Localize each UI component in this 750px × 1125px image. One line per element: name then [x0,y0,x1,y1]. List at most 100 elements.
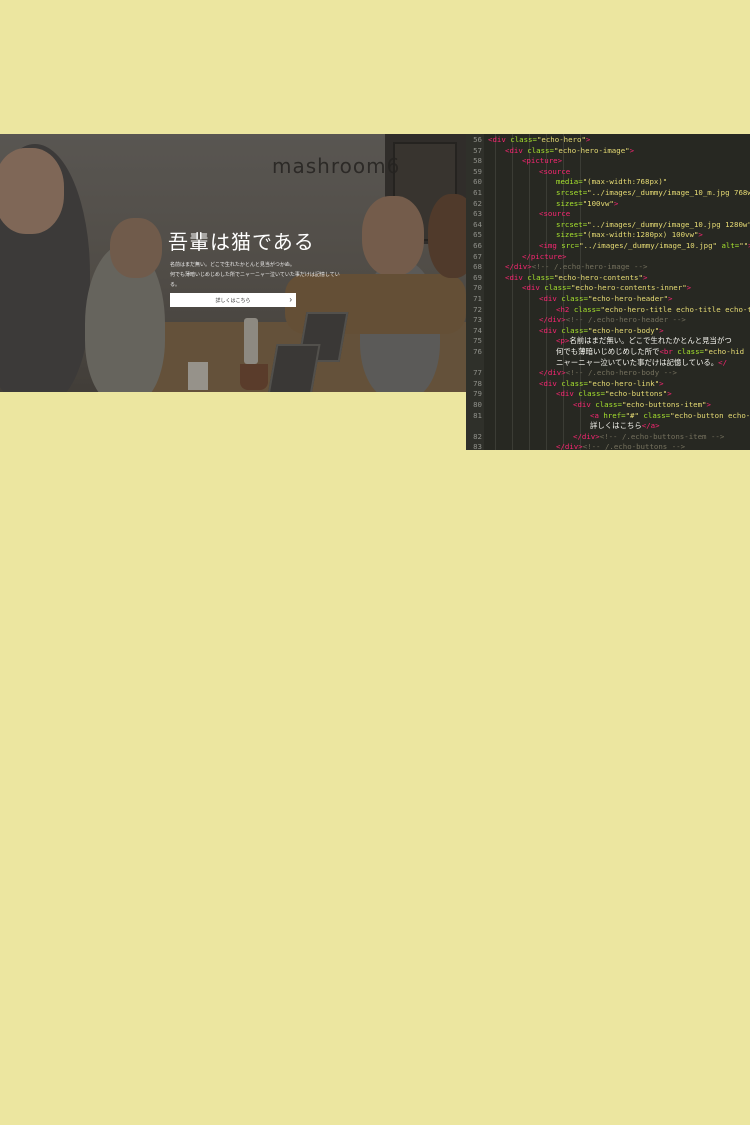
code-token-attr: class= [510,135,537,144]
code-text: <div class="echo-buttons"> [556,389,672,400]
code-token-str: "echo-buttons" [604,389,668,399]
code-text: 詳しくはこちら</a> [590,421,660,432]
code-token-str: "echo-hero-link" [587,378,660,388]
code-token-attr: class= [677,347,704,356]
code-token-attr: sizes= [556,230,583,240]
code-text: <div class="echo-hero-contents-inner"> [522,283,691,294]
code-token-txt: 詳しくはこちら [590,421,642,431]
code-token-str: "../images/_dummy/image_10.jpg" [579,241,722,250]
code-token-str: "../images/_dummy/image_10_m.jpg 768w" [587,188,750,197]
hero-contents: 吾輩は猫である 名前はまだ無い。どこで生れたかとんと見当がつかぬ。 何でも薄暗い… [0,134,466,392]
code-token-tag: </div> [556,442,583,450]
code-token-str: "echo-hero-title echo-title echo-titl [600,304,750,314]
code-text: </div><!-- /.echo-buttons-item --> [573,432,724,443]
code-token-attr: class= [561,378,588,388]
code-token-str: "../images/_dummy/image_10.jpg 1280w" [587,219,750,229]
code-token-attr: srcset= [556,188,588,197]
code-token-str: "(max-width:768px)" [582,177,668,187]
line-number: 78 [473,378,482,388]
line-number: 75 [473,336,482,346]
code-token-attr: class= [595,400,622,409]
code-token-tag: > [629,145,635,155]
line-number: 67 [473,251,482,261]
code-token-txt: ニャーニャー泣いていた事だけは記憶している。 [556,357,719,367]
code-token-tag: > [668,294,673,303]
code-token-attr: href= [603,410,626,420]
code-token-tag: <div [505,145,528,155]
indent-guide [512,134,513,450]
hero-image-panel: mashroom6 吾輩は猫である 名前はまだ無い。どこで生れたかとんと見当がつ… [0,134,466,392]
line-number: 70 [473,283,482,293]
code-token-tag: <a [590,410,604,420]
code-token-attr: class= [573,304,601,314]
code-token-str: "" [739,241,749,250]
code-token-str: "echo-hero-body" [587,325,660,335]
line-number: 81 [473,410,482,420]
line-number: 56 [473,135,482,144]
code-token-tag: <picture> [522,156,563,166]
code-token-str: "100vw" [582,198,614,208]
line-number: 65 [473,230,482,240]
code-token-attr: class= [561,325,588,335]
code-token-tag: <div [539,378,562,388]
code-text: <div class="echo-hero-body"> [539,326,664,337]
line-number: 73 [473,315,482,325]
code-token-str: "echo-button echo-but [670,410,750,420]
code-token-tag: <div [522,283,545,293]
code-token-str: "echo-hero-image" [553,145,630,155]
code-token-tag: > [659,325,664,335]
code-token-tag: </div> [573,431,600,441]
line-number: 68 [473,262,482,272]
details-button[interactable]: 詳しくはこちら › [170,293,296,307]
code-token-attr: sizes= [556,198,583,208]
code-token-attr: class= [544,283,571,293]
line-number: 61 [473,188,482,197]
code-token-str: "echo-buttons-item" [621,400,707,409]
code-token-tag: </div> [539,315,566,325]
code-token-cmt: <!-- /.echo-hero-header --> [565,315,686,325]
line-number: 74 [473,325,482,335]
code-text: <div class="echo-hero-link"> [539,379,664,390]
chevron-right-icon: › [289,295,292,304]
code-token-tag: <img [539,241,562,250]
code-token-tag: > [613,198,619,208]
code-token-tag: <div [505,272,528,282]
code-token-tag: > [585,135,591,144]
code-token-attr: class= [527,272,554,282]
line-number: 59 [473,166,482,176]
code-token-attr: class= [527,145,554,155]
code-token-tag: <div [539,294,562,303]
code-text: media="(max-width:768px)" [556,177,667,188]
hero-body: 名前はまだ無い。どこで生れたかとんと見当がつかぬ。 何でも薄暗いじめじめした所で… [170,260,340,290]
code-text: <div class="echo-hero"> [488,135,590,146]
code-text: <div class="echo-hero-header"> [539,294,673,305]
code-text: <div class="echo-buttons-item"> [573,400,711,411]
code-token-tag: > [667,389,672,399]
code-token-tag: > [642,272,648,282]
hero-body-line-1: 名前はまだ無い。どこで生れたかとんと見当がつかぬ。 [170,262,295,268]
code-token-txt: 名前はまだ無い。どこで生れたかとんと見当がつ [569,336,732,346]
code-token-str: "(max-width:1280px) 100vw" [582,230,699,240]
code-token-attr: media= [556,177,583,187]
code-token-tag: > [698,230,703,240]
code-token-tag: <source [539,209,571,219]
code-token-tag: <div [573,400,596,409]
details-button-label: 詳しくはこちら [215,298,251,304]
code-token-attr: alt= [721,241,740,250]
code-text: <source [539,209,570,220]
code-token-str: "echo-hid [704,347,745,356]
code-text: </picture> [522,252,567,263]
code-token-tag: </ [718,357,728,367]
line-number: 83 [473,442,482,450]
line-number: 60 [473,177,482,187]
code-token-tag: </div> [539,368,566,378]
code-token-cmt: <!-- /.echo-buttons-item --> [599,431,725,441]
code-token-txt: 何でも薄暗いじめじめした所で [556,347,660,356]
code-token-tag: </a> [641,421,660,431]
line-number: 58 [473,156,482,166]
code-token-str: "#" [625,410,644,420]
hero-title: 吾輩は猫である [168,230,315,254]
code-token-tag: <div [556,389,579,399]
code-editor-panel[interactable]: 56 <div class="echo-hero"> 57 <div class="e… [466,134,750,450]
code-text: <h2 class="echo-hero-title echo-title ec… [556,305,750,316]
